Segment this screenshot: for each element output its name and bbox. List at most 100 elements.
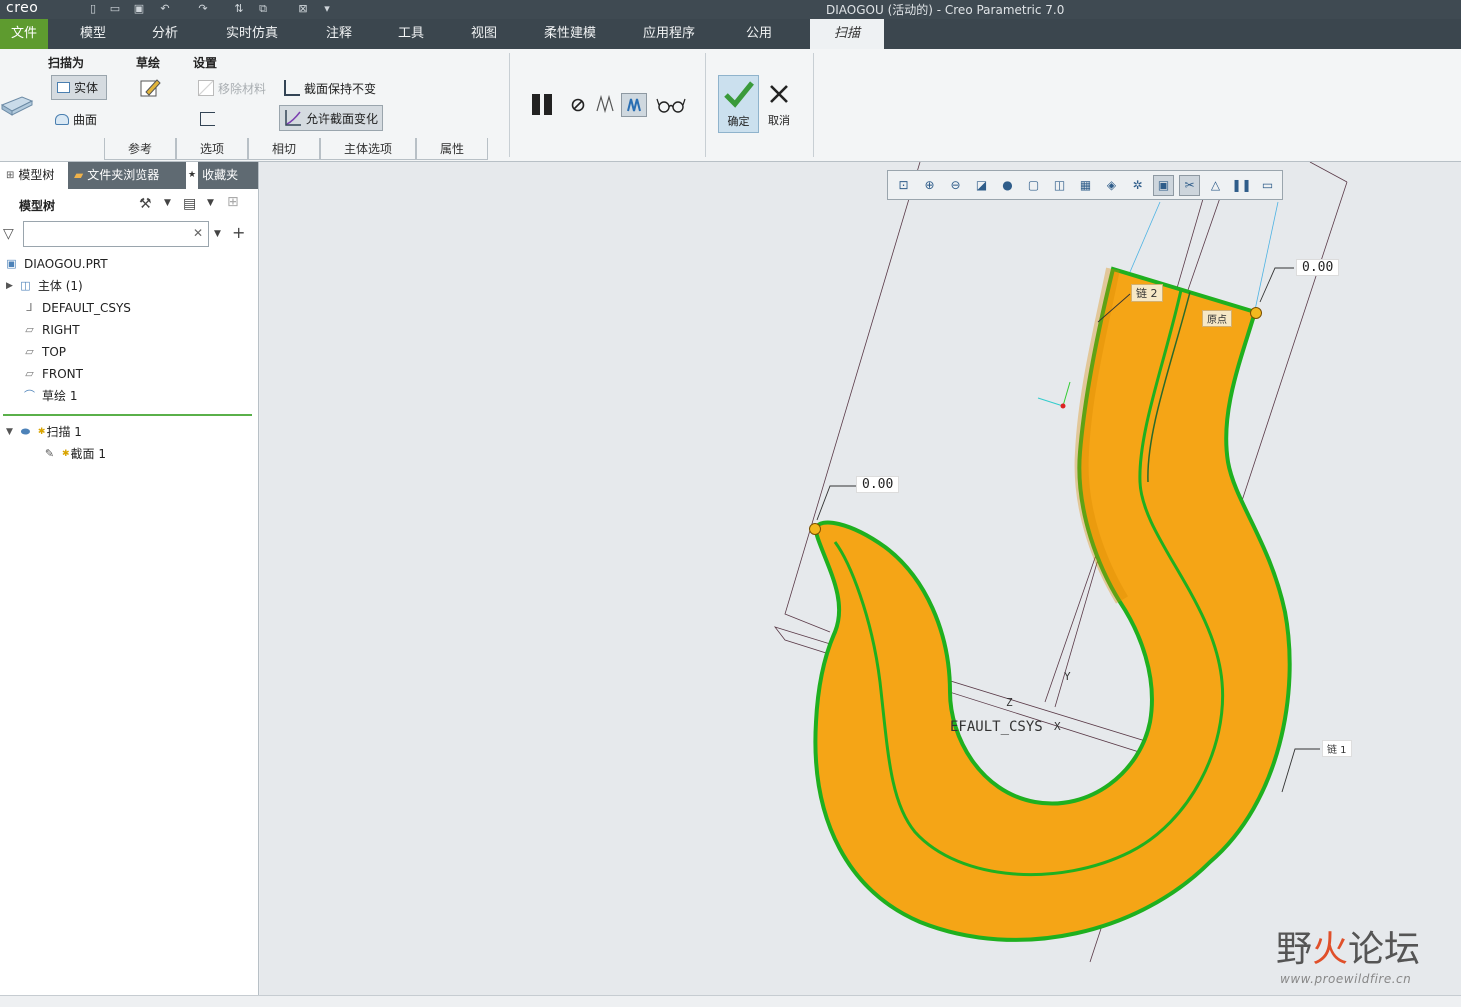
- constant-section-button[interactable]: 截面保持不变: [284, 78, 376, 98]
- display-style-icon[interactable]: ●: [997, 175, 1018, 196]
- watermark-url: www.proewildfire.cn: [1280, 972, 1412, 986]
- verify-glasses-icon[interactable]: [656, 96, 686, 114]
- graphics-window[interactable]: EFAULT_CSYS Z X Y 0.00 0.00 链 2 原点 链 1 ⊡…: [260, 162, 1461, 995]
- app-logo: creo: [6, 0, 39, 16]
- tree-search-input[interactable]: [23, 221, 209, 247]
- menu-tools[interactable]: 工具: [388, 19, 434, 49]
- zoom-out-icon[interactable]: ⊖: [945, 175, 966, 196]
- menu-live-simulation[interactable]: 实时仿真: [220, 19, 284, 49]
- surface-button[interactable]: 曲面: [55, 110, 97, 128]
- chevron-down-icon[interactable]: ▼: [207, 198, 214, 208]
- new-feature-icon: ✱: [62, 449, 70, 459]
- save-icon[interactable]: ▣: [132, 2, 146, 16]
- trajectory-start-point[interactable]: [1250, 307, 1262, 319]
- variable-section-icon: [285, 110, 301, 126]
- animation-icon[interactable]: ▭: [1257, 175, 1278, 196]
- tab-folder-browser[interactable]: ▰ 文件夹浏览器: [68, 162, 180, 189]
- customize-toolbar-icon[interactable]: ▾: [320, 2, 334, 16]
- chain-1-tag[interactable]: 链 1: [1322, 740, 1352, 757]
- spin-center-icon[interactable]: △: [1205, 175, 1226, 196]
- dimension-start[interactable]: 0.00: [1296, 259, 1340, 276]
- saved-orientations-icon[interactable]: ▢: [1023, 175, 1044, 196]
- model-canvas[interactable]: EFAULT_CSYS Z X Y: [260, 162, 1461, 995]
- menu-utilities[interactable]: 公用: [736, 19, 782, 49]
- axis-y-label: Y: [1064, 670, 1071, 683]
- no-preview-icon[interactable]: [570, 97, 586, 113]
- tree-item-part[interactable]: ▣ DIAOGOU.PRT: [4, 254, 107, 274]
- tab-favorites[interactable]: ★ 收藏夹: [180, 162, 258, 189]
- cancel-button[interactable]: 取消: [763, 75, 795, 133]
- tab-sweep[interactable]: 扫描: [810, 19, 884, 49]
- windows-icon[interactable]: ⧉: [256, 2, 270, 16]
- variable-section-label: 允许截面变化: [306, 111, 379, 126]
- origin-tag[interactable]: 原点: [1202, 310, 1232, 327]
- chevron-down-icon[interactable]: ▼: [164, 198, 171, 208]
- dimension-display-icon[interactable]: ✂: [1179, 174, 1200, 196]
- remove-material-button[interactable]: 移除材料: [198, 78, 266, 98]
- model-tree-tab-icon: ⊞: [6, 170, 15, 181]
- new-file-icon[interactable]: ▯: [86, 2, 100, 16]
- expand-icon[interactable]: ▶: [6, 276, 13, 296]
- menu-file[interactable]: 文件: [0, 19, 48, 49]
- trajectory-end-point[interactable]: [809, 523, 821, 535]
- connected-preview-icon[interactable]: [621, 93, 647, 117]
- variable-section-button[interactable]: 允许截面变化: [279, 105, 383, 131]
- zoom-in-icon[interactable]: ⊕: [919, 175, 940, 196]
- redo-icon[interactable]: ↷: [196, 2, 210, 16]
- sketch-edit-icon[interactable]: [139, 78, 161, 98]
- subtab-properties[interactable]: 属性: [416, 138, 488, 160]
- subtab-options[interactable]: 选项: [176, 138, 248, 160]
- tree-item-front[interactable]: ▱ FRONT: [22, 364, 83, 384]
- subtab-body-options[interactable]: 主体选项: [320, 138, 416, 160]
- regenerate-icon[interactable]: ⇅: [232, 2, 246, 16]
- show-tree-filter-icon[interactable]: ⊞: [227, 194, 239, 210]
- show-columns-icon[interactable]: ▤: [183, 196, 196, 212]
- menu-flexible-modeling[interactable]: 柔性建模: [536, 19, 604, 49]
- close-window-icon[interactable]: ⊠: [296, 2, 310, 16]
- menu-analysis[interactable]: 分析: [142, 19, 188, 49]
- hook-body[interactable]: [813, 266, 1292, 942]
- tree-item-label: TOP: [42, 345, 67, 359]
- subtab-tangency[interactable]: 相切: [248, 138, 320, 160]
- tree-item-section[interactable]: ✎ ✱ 截面 1: [42, 444, 106, 464]
- chain-2-tag[interactable]: 链 2: [1131, 284, 1163, 302]
- tree-item-csys[interactable]: ⅃ DEFAULT_CSYS: [22, 298, 131, 318]
- perspective-view-icon[interactable]: ▦: [1075, 175, 1096, 196]
- refit-icon[interactable]: ⊡: [893, 175, 914, 196]
- separate-preview-icon[interactable]: [594, 94, 616, 114]
- undo-icon[interactable]: ↶: [158, 2, 172, 16]
- open-file-icon[interactable]: ▭: [108, 2, 122, 16]
- view-manager-icon[interactable]: ◫: [1049, 175, 1070, 196]
- tab-model-tree-label: 模型树: [18, 168, 55, 182]
- tree-item-right[interactable]: ▱ RIGHT: [22, 320, 80, 340]
- tree-item-top[interactable]: ▱ TOP: [22, 342, 66, 362]
- tab-model-tree[interactable]: ⊞ 模型树: [0, 162, 68, 189]
- watermark-char-c: 论坛: [1348, 929, 1421, 970]
- section-view-icon[interactable]: ◈: [1101, 175, 1122, 196]
- pause-icon[interactable]: [531, 93, 555, 117]
- chevron-down-icon[interactable]: ▼: [214, 229, 221, 239]
- solid-button[interactable]: 实体: [51, 75, 107, 100]
- pause-regen-icon[interactable]: ❚❚: [1231, 175, 1252, 196]
- collapse-icon[interactable]: ▼: [6, 422, 13, 442]
- tree-item-body[interactable]: ▶ ◫ 主体 (1): [6, 276, 83, 296]
- datum-display-icon[interactable]: ✲: [1127, 175, 1148, 196]
- filter-icon[interactable]: ▽: [3, 226, 14, 242]
- repaint-icon[interactable]: ◪: [971, 175, 992, 196]
- tree-item-label: RIGHT: [42, 323, 80, 337]
- ok-button[interactable]: 确定: [718, 75, 759, 133]
- menu-annotate[interactable]: 注释: [316, 19, 362, 49]
- tree-item-sweep[interactable]: ▼ ⬬ ✱ 扫描 1: [6, 422, 82, 442]
- thicken-sketch-icon[interactable]: [200, 112, 215, 126]
- clear-search-icon[interactable]: ✕: [193, 226, 203, 240]
- menu-model[interactable]: 模型: [70, 19, 116, 49]
- tree-item-sketch[interactable]: ⌒ 草绘 1: [22, 386, 77, 406]
- add-filter-icon[interactable]: +: [232, 223, 245, 242]
- tree-settings-icon[interactable]: ⚒: [139, 196, 152, 212]
- menu-view[interactable]: 视图: [461, 19, 507, 49]
- dimension-end[interactable]: 0.00: [856, 476, 900, 493]
- subtab-references[interactable]: 参考: [104, 138, 176, 160]
- annotation-display-icon[interactable]: ▣: [1153, 174, 1174, 196]
- favorites-icon: ★: [186, 162, 199, 189]
- menu-applications[interactable]: 应用程序: [636, 19, 702, 49]
